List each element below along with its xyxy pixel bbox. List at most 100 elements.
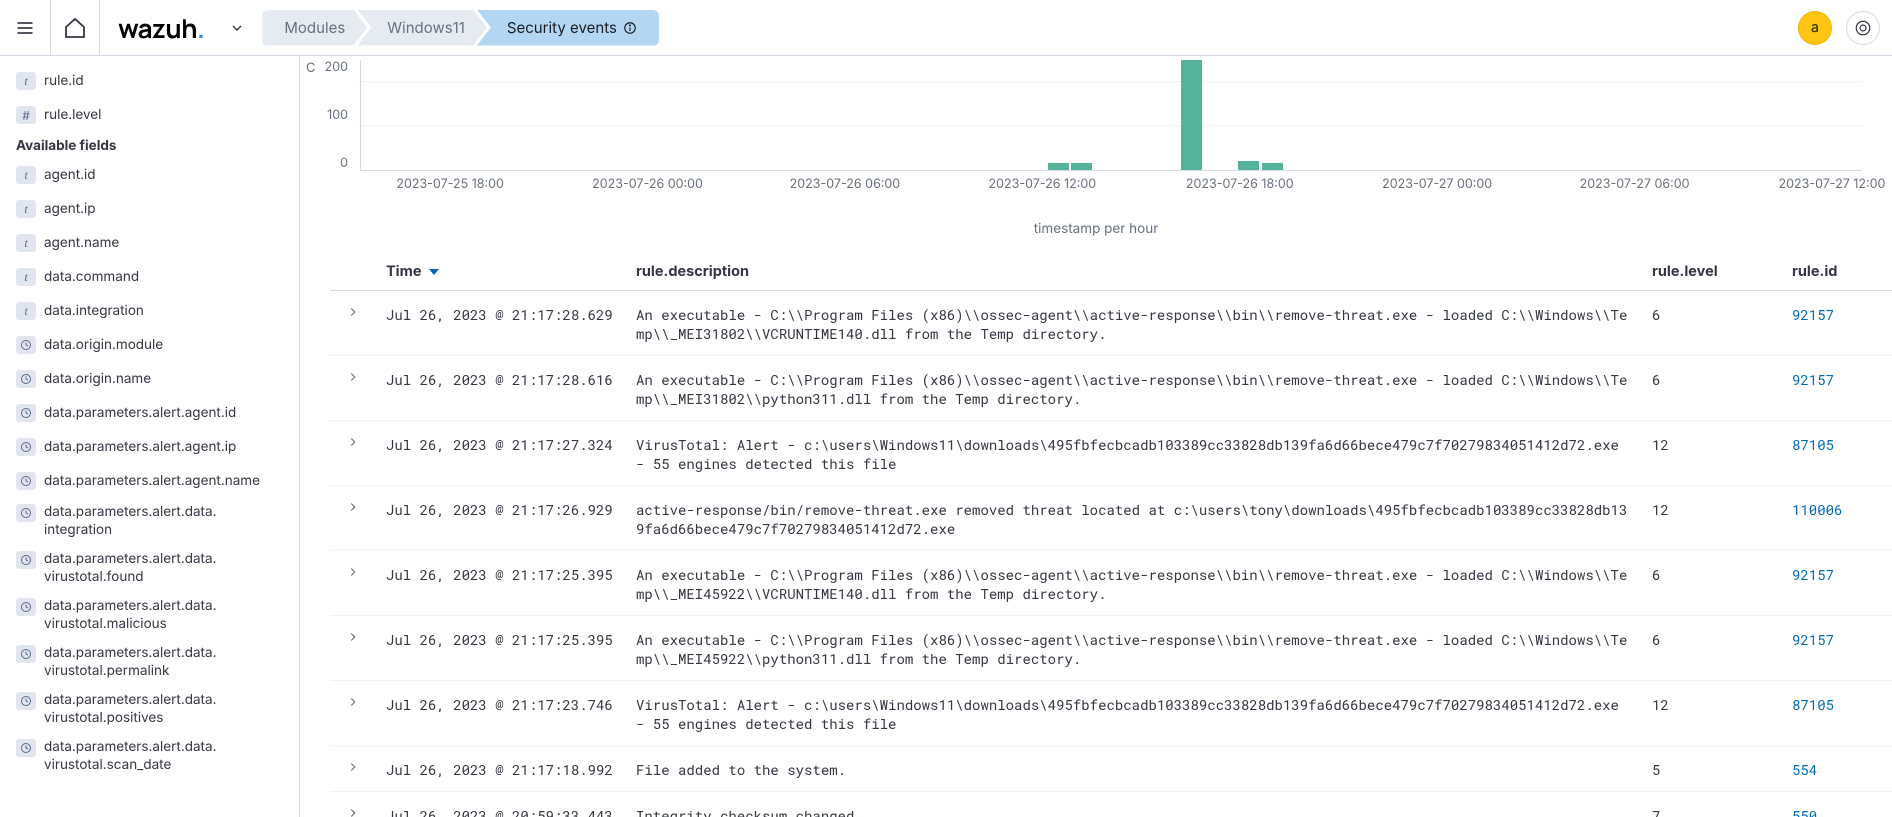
chart-bar[interactable] [1238,161,1259,170]
table-row: Jul 26, 2023 @ 21:17:25.395An executable… [330,616,1892,681]
cell-level: 7 [1642,792,1782,817]
chart-bar[interactable] [1181,60,1202,170]
ruleid-link[interactable]: 87105 [1792,435,1834,454]
unknown-type-icon [16,370,36,388]
field-item[interactable]: data.origin.name [10,362,289,396]
newsfeed-button[interactable] [1846,11,1880,45]
expand-row-button[interactable] [330,551,376,616]
col-time-label: Time [386,263,421,280]
field-label: data.origin.module [44,337,163,353]
avatar[interactable]: a [1798,11,1832,45]
chart-bar[interactable] [1262,163,1283,170]
field-label: rule.id [44,73,84,89]
cell-description: active-response/bin/remove-threat.exe re… [626,486,1642,551]
unknown-type-icon [16,438,36,456]
ruleid-link[interactable]: 554 [1792,760,1817,779]
field-item[interactable]: data.integration [10,294,289,328]
chart-bar[interactable] [1048,163,1069,170]
cell-level: 5 [1642,746,1782,792]
cell-level: 6 [1642,291,1782,356]
body: rule.idrule.levelAvailable fieldsagent.i… [0,56,1892,817]
field-item[interactable]: data.parameters.alert.data. virustotal.p… [10,639,289,686]
col-description[interactable]: rule.description [626,255,1642,291]
field-item[interactable]: rule.id [10,64,289,98]
unknown-type-icon [16,472,36,490]
field-item[interactable]: agent.ip [10,192,289,226]
table-header: Time rule.description rule.level rule.id [330,255,1892,291]
ruleid-link[interactable]: 92157 [1792,630,1834,649]
menu-toggle-button[interactable] [0,0,50,56]
brand-logo[interactable]: wazuh. [100,10,222,46]
table-row: Jul 26, 2023 @ 21:17:28.629An executable… [330,291,1892,356]
ruleid-link[interactable]: 92157 [1792,305,1834,324]
home-button[interactable] [50,0,100,56]
cell-level: 6 [1642,616,1782,681]
histogram-chart[interactable]: C 2001000 2023-07-25 18:002023-07-26 00:… [360,60,1862,205]
breadcrumb-item[interactable]: Security events [477,10,659,46]
x-tick: 2023-07-26 18:00 [1186,177,1294,192]
table-row: Jul 26, 2023 @ 21:17:26.929active-respon… [330,486,1892,551]
field-label: data.parameters.alert.data. virustotal.p… [44,692,217,727]
text-type-icon [16,268,36,286]
cell-level: 12 [1642,486,1782,551]
field-label: data.parameters.alert.agent.name [44,473,260,489]
cell-ruleid: 87105 [1782,421,1892,486]
expand-row-button[interactable] [330,291,376,356]
expand-row-button[interactable] [330,356,376,421]
field-item[interactable]: data.parameters.alert.agent.id [10,396,289,430]
col-level-label: rule.level [1652,263,1718,280]
x-tick: 2023-07-27 12:00 [1778,177,1885,192]
unknown-type-icon [16,739,36,757]
ruleid-link[interactable]: 550 [1792,806,1817,817]
info-icon[interactable] [623,21,637,35]
field-item[interactable]: agent.id [10,158,289,192]
expand-row-button[interactable] [330,681,376,746]
brand-text: wazuh [118,10,197,46]
breadcrumb-item[interactable]: Modules [262,10,367,46]
cell-description: File added to the system. [626,746,1642,792]
chevron-right-icon [346,500,360,514]
cell-description: An executable - C:\\Program Files (x86)\… [626,616,1642,681]
col-time[interactable]: Time [376,255,626,291]
field-item[interactable]: data.parameters.alert.data. virustotal.s… [10,733,289,780]
field-item[interactable]: data.parameters.alert.agent.name [10,464,289,498]
ruleid-link[interactable]: 92157 [1792,565,1834,584]
table-row: Jul 26, 2023 @ 21:17:25.395An executable… [330,551,1892,616]
ruleid-link[interactable]: 110006 [1792,500,1842,519]
text-type-icon [16,302,36,320]
field-item[interactable]: data.origin.module [10,328,289,362]
field-label: data.parameters.alert.data. virustotal.m… [44,598,217,633]
field-item[interactable]: agent.name [10,226,289,260]
col-level[interactable]: rule.level [1642,255,1782,291]
field-item[interactable]: data.command [10,260,289,294]
field-label: data.parameters.alert.data. virustotal.p… [44,645,217,680]
chevron-right-icon [346,305,360,319]
field-item[interactable]: data.parameters.alert.data. virustotal.p… [10,686,289,733]
number-type-icon [16,106,36,124]
x-tick: 2023-07-26 06:00 [790,177,901,192]
col-ruleid-label: rule.id [1792,263,1837,280]
breadcrumb-item[interactable]: Windows11 [357,10,487,46]
field-item[interactable]: data.parameters.alert.data. virustotal.f… [10,545,289,592]
chart-plot [360,60,1862,171]
col-ruleid[interactable]: rule.id [1782,255,1892,291]
expand-row-button[interactable] [330,746,376,792]
table-row: Jul 26, 2023 @ 21:17:28.616An executable… [330,356,1892,421]
gridline [361,125,1862,126]
ruleid-link[interactable]: 92157 [1792,370,1834,389]
field-item[interactable]: data.parameters.alert.agent.ip [10,430,289,464]
expand-row-button[interactable] [330,616,376,681]
cell-description: An executable - C:\\Program Files (x86)\… [626,291,1642,356]
field-label: data.parameters.alert.agent.ip [44,439,236,455]
field-item[interactable]: rule.level [10,98,289,132]
brand-menu-caret[interactable] [222,20,252,36]
cell-time: Jul 26, 2023 @ 21:17:27.324 [376,421,626,486]
expand-row-button[interactable] [330,792,376,817]
field-item[interactable]: data.parameters.alert.data. virustotal.m… [10,592,289,639]
chart-bar[interactable] [1071,163,1092,170]
expand-row-button[interactable] [330,486,376,551]
ruleid-link[interactable]: 87105 [1792,695,1834,714]
unknown-type-icon [16,692,36,710]
field-item[interactable]: data.parameters.alert.data. integration [10,498,289,545]
expand-row-button[interactable] [330,421,376,486]
